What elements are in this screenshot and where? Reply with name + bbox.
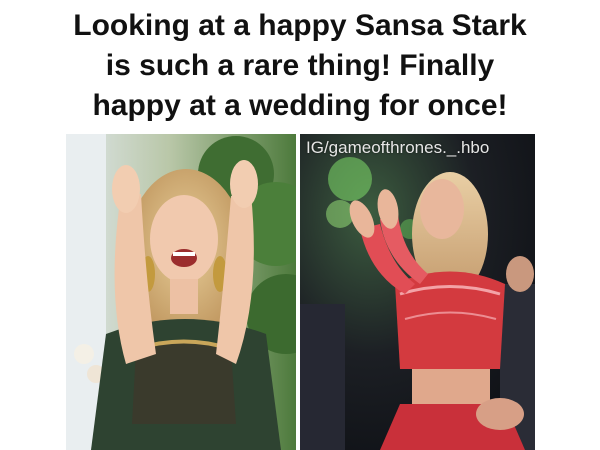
meme-caption: Looking at a happy Sansa Stark is such a… (0, 6, 600, 126)
woman-dancing-photo-icon (300, 134, 535, 450)
caption-line-3: happy at a wedding for once! (92, 89, 508, 122)
caption-line-1: Looking at a happy Sansa Stark (73, 9, 527, 42)
woman-clapping-photo-icon (66, 134, 296, 450)
left-photo (66, 134, 296, 450)
right-photo: IG/gameofthrones._.hbo (300, 134, 535, 450)
watermark-text: IG/gameofthrones._.hbo (306, 138, 490, 157)
caption-line-2: is such a rare thing! Finally (105, 49, 495, 82)
